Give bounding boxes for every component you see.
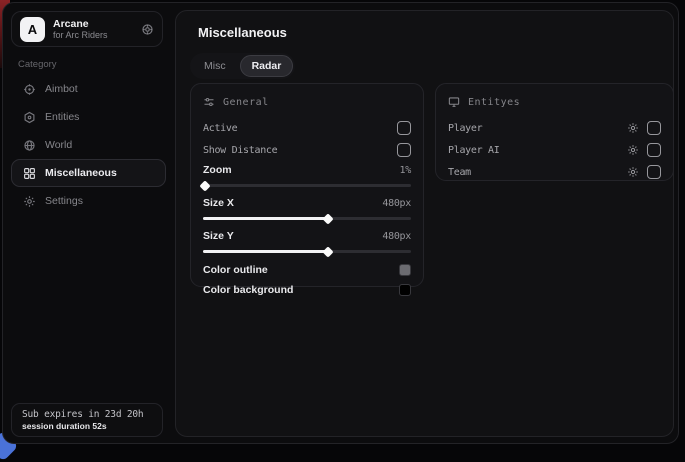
brand-logo: A xyxy=(20,17,45,42)
size-x-value: 480px xyxy=(382,198,411,209)
zoom-slider[interactable] xyxy=(203,184,411,187)
color-background-swatch[interactable] xyxy=(399,284,411,296)
team-gear-icon[interactable] xyxy=(627,166,639,178)
entities-panel-header: Entityes xyxy=(448,96,661,108)
size-x-slider[interactable] xyxy=(203,217,411,220)
zoom-label: Zoom xyxy=(203,164,232,176)
size-x-slider-thumb[interactable] xyxy=(322,213,333,224)
size-y-slider-block: Size Y 480px xyxy=(203,227,411,253)
zoom-slider-block: Zoom 1% xyxy=(203,161,411,187)
brand-card: A Arcane for Arc Riders xyxy=(11,11,163,47)
sidebar-item-label: Miscellaneous xyxy=(45,167,117,179)
team-row: Team xyxy=(448,161,661,183)
player-label: Player xyxy=(448,123,482,134)
color-outline-label: Color outline xyxy=(203,264,268,276)
color-outline-swatch[interactable] xyxy=(399,264,411,276)
size-y-row: Size Y 480px xyxy=(203,227,411,245)
sidebar-item-miscellaneous[interactable]: Miscellaneous xyxy=(11,159,166,187)
show-distance-label: Show Distance xyxy=(203,145,277,156)
size-x-slider-fill xyxy=(203,217,328,220)
zoom-value: 1% xyxy=(400,165,411,176)
size-x-slider-block: Size X 480px xyxy=(203,194,411,220)
size-x-label: Size X xyxy=(203,197,234,209)
sidebar-item-label: World xyxy=(45,139,72,151)
player-row: Player xyxy=(448,117,661,139)
session-duration-text: session duration 52s xyxy=(22,421,152,431)
color-background-row: Color background xyxy=(203,280,411,300)
active-label: Active xyxy=(203,123,237,134)
sub-expires-text: Sub expires in 23d 20h xyxy=(22,409,152,420)
category-label: Category xyxy=(18,59,57,70)
sidebar-item-label: Settings xyxy=(45,195,83,207)
page-title: Miscellaneous xyxy=(198,25,287,40)
color-background-label: Color background xyxy=(203,284,293,296)
player-ai-gear-icon[interactable] xyxy=(627,144,639,156)
sidebar-item-settings[interactable]: Settings xyxy=(11,187,166,215)
app-window: A Arcane for Arc Riders Category xyxy=(2,2,679,444)
team-label: Team xyxy=(448,167,471,178)
sidebar-item-world[interactable]: World xyxy=(11,131,166,159)
monitor-icon xyxy=(448,96,460,108)
subscription-status-card: Sub expires in 23d 20h session duration … xyxy=(11,403,163,437)
general-panel-title: General xyxy=(223,97,269,108)
sidebar: A Arcane for Arc Riders Category xyxy=(3,3,174,443)
brand-title: Arcane xyxy=(53,18,133,30)
sidebar-item-label: Aimbot xyxy=(45,83,78,95)
player-ai-label: Player AI xyxy=(448,145,500,156)
general-panel-header: General xyxy=(203,96,411,108)
size-y-slider-fill xyxy=(203,250,328,253)
sliders-icon xyxy=(203,96,215,108)
grid-icon xyxy=(23,167,36,180)
active-checkbox[interactable] xyxy=(397,121,411,135)
zoom-row: Zoom 1% xyxy=(203,161,411,179)
sidebar-item-entities[interactable]: Entities xyxy=(11,103,166,131)
brand-subtitle: for Arc Riders xyxy=(53,30,133,40)
active-row: Active xyxy=(203,117,411,139)
tab-bar: Misc Radar xyxy=(190,53,295,79)
size-y-label: Size Y xyxy=(203,230,234,242)
zoom-slider-thumb[interactable] xyxy=(199,180,210,191)
brand-text: Arcane for Arc Riders xyxy=(53,18,133,40)
lifebuoy-icon[interactable] xyxy=(141,23,154,36)
sidebar-item-aimbot[interactable]: Aimbot xyxy=(11,75,166,103)
entities-panel: Entityes Player Player AI xyxy=(435,83,674,181)
size-y-slider[interactable] xyxy=(203,250,411,253)
player-ai-checkbox[interactable] xyxy=(647,143,661,157)
show-distance-row: Show Distance xyxy=(203,139,411,161)
sidebar-nav: Aimbot Entities World xyxy=(11,75,166,215)
tab-misc[interactable]: Misc xyxy=(192,55,238,77)
sidebar-item-label: Entities xyxy=(45,111,79,123)
team-checkbox[interactable] xyxy=(647,165,661,179)
size-x-row: Size X 480px xyxy=(203,194,411,212)
tab-radar[interactable]: Radar xyxy=(240,55,294,77)
gear-icon xyxy=(23,195,36,208)
color-outline-row: Color outline xyxy=(203,260,411,280)
entities-panel-title: Entityes xyxy=(468,97,520,108)
globe-icon xyxy=(23,139,36,152)
player-checkbox[interactable] xyxy=(647,121,661,135)
main-content: Miscellaneous Misc Radar General Active … xyxy=(175,10,674,437)
size-y-slider-thumb[interactable] xyxy=(322,246,333,257)
player-gear-icon[interactable] xyxy=(627,122,639,134)
show-distance-checkbox[interactable] xyxy=(397,143,411,157)
player-ai-row: Player AI xyxy=(448,139,661,161)
entities-icon xyxy=(23,111,36,124)
general-panel: General Active Show Distance Zoom 1% xyxy=(190,83,424,287)
brand-initial: A xyxy=(28,22,37,37)
size-y-value: 480px xyxy=(382,231,411,242)
crosshair-icon xyxy=(23,83,36,96)
